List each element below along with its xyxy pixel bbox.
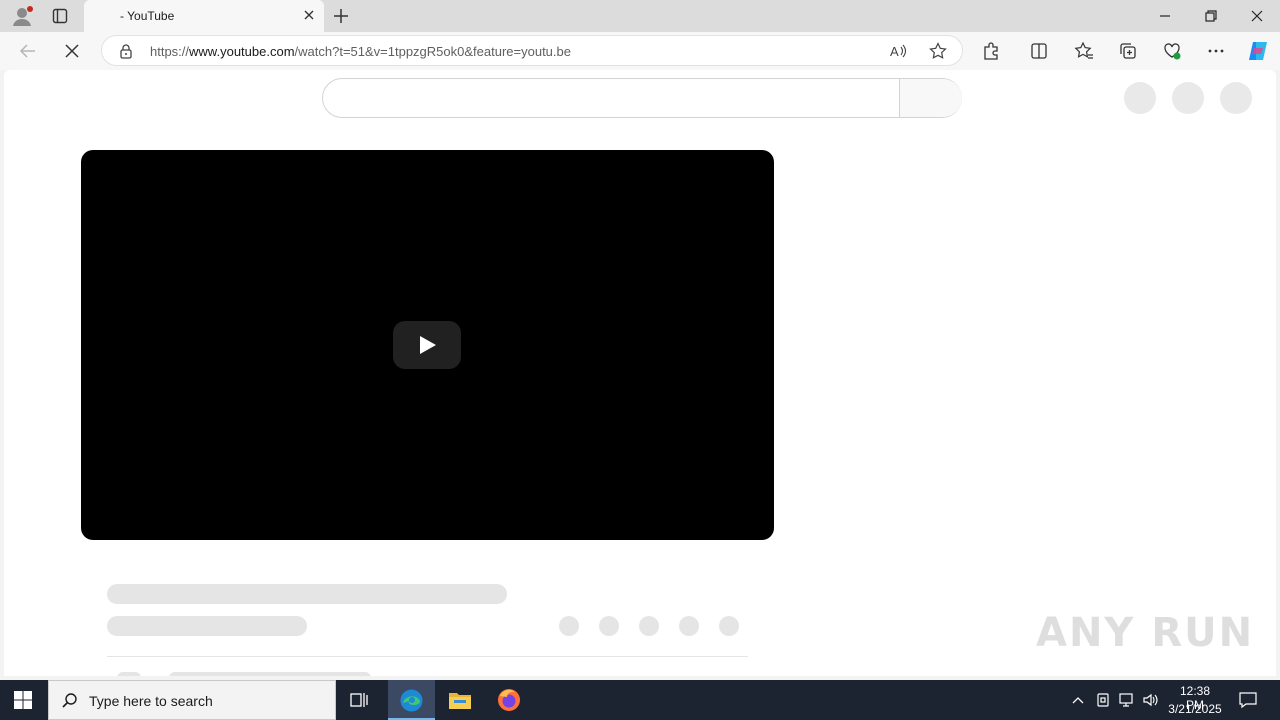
- task-view-icon[interactable]: [349, 690, 369, 710]
- title-skeleton: [107, 584, 507, 604]
- youtube-search-button[interactable]: [899, 79, 962, 117]
- windows-start-icon[interactable]: [14, 691, 32, 709]
- edge-icon: [399, 688, 424, 713]
- placeholder-circle-icon[interactable]: [1124, 82, 1156, 114]
- read-aloud-icon[interactable]: A: [889, 42, 907, 60]
- notifications-icon[interactable]: [1238, 690, 1258, 710]
- tab-title: - YouTube: [120, 9, 175, 23]
- svg-text:A: A: [890, 44, 899, 59]
- lock-icon[interactable]: [118, 43, 134, 59]
- show-hidden-icons-icon[interactable]: [1071, 693, 1085, 707]
- extensions-icon[interactable]: [981, 41, 1001, 61]
- placeholder-circle-icon[interactable]: [1172, 82, 1204, 114]
- tab-actions-icon[interactable]: [52, 8, 68, 24]
- tab-youtube[interactable]: - YouTube: [84, 0, 324, 32]
- network-icon[interactable]: [1118, 692, 1136, 708]
- action-skeleton: [719, 616, 739, 636]
- divider: [107, 656, 748, 657]
- volume-icon[interactable]: [1142, 692, 1160, 708]
- address-bar[interactable]: https://www.youtube.com/watch?t=51&v=1tp…: [101, 35, 963, 66]
- minimize-icon[interactable]: [1155, 6, 1175, 26]
- action-skeleton: [679, 616, 699, 636]
- play-button[interactable]: [393, 321, 461, 369]
- restore-icon[interactable]: [1201, 6, 1221, 26]
- action-skeleton: [599, 616, 619, 636]
- youtube-search-input[interactable]: [322, 78, 962, 118]
- url-host: www.youtube.com: [189, 44, 295, 59]
- stop-loading-icon[interactable]: [62, 41, 82, 61]
- address-url: https://www.youtube.com/watch?t=51&v=1tp…: [150, 44, 571, 59]
- action-skeleton: [639, 616, 659, 636]
- video-player[interactable]: [81, 150, 774, 540]
- close-window-icon[interactable]: [1247, 6, 1267, 26]
- web-page: [4, 70, 1276, 676]
- split-screen-icon[interactable]: [1029, 41, 1049, 61]
- browser-essentials-icon[interactable]: [1162, 41, 1182, 61]
- device-icon[interactable]: [1095, 692, 1111, 708]
- avatar[interactable]: [1220, 82, 1252, 114]
- collections-icon[interactable]: [1118, 41, 1138, 61]
- search-icon: [61, 692, 79, 710]
- more-options-icon[interactable]: [1206, 41, 1226, 61]
- profile-icon[interactable]: [11, 5, 33, 27]
- url-path: /watch?t=51&v=1tppzgR5ok0&feature=youtu.…: [294, 44, 571, 59]
- taskbar-search-input[interactable]: Type here to search: [48, 680, 336, 720]
- comment-skeleton: [169, 672, 371, 676]
- firefox-icon[interactable]: [496, 687, 522, 713]
- new-tab-icon[interactable]: [332, 7, 350, 25]
- clock-date[interactable]: 3/21/2025: [1166, 702, 1224, 716]
- file-explorer-icon[interactable]: [448, 689, 472, 711]
- watermark: ANY RUN: [1036, 610, 1255, 656]
- url-prefix: https://: [150, 44, 190, 59]
- taskbar-search-placeholder: Type here to search: [89, 693, 213, 709]
- tab-strip: - YouTube: [0, 0, 1280, 32]
- close-tab-icon[interactable]: [302, 8, 316, 22]
- channel-skeleton: [107, 616, 307, 636]
- taskbar: Type here to search: [0, 680, 1280, 720]
- favorites-icon[interactable]: [1074, 41, 1094, 61]
- play-icon: [420, 336, 436, 354]
- copilot-icon[interactable]: [1246, 39, 1270, 63]
- action-skeleton: [559, 616, 579, 636]
- favorite-star-icon[interactable]: [929, 42, 947, 60]
- back-icon[interactable]: [18, 41, 38, 61]
- taskbar-edge[interactable]: [388, 680, 435, 720]
- comment-skeleton: [117, 672, 141, 676]
